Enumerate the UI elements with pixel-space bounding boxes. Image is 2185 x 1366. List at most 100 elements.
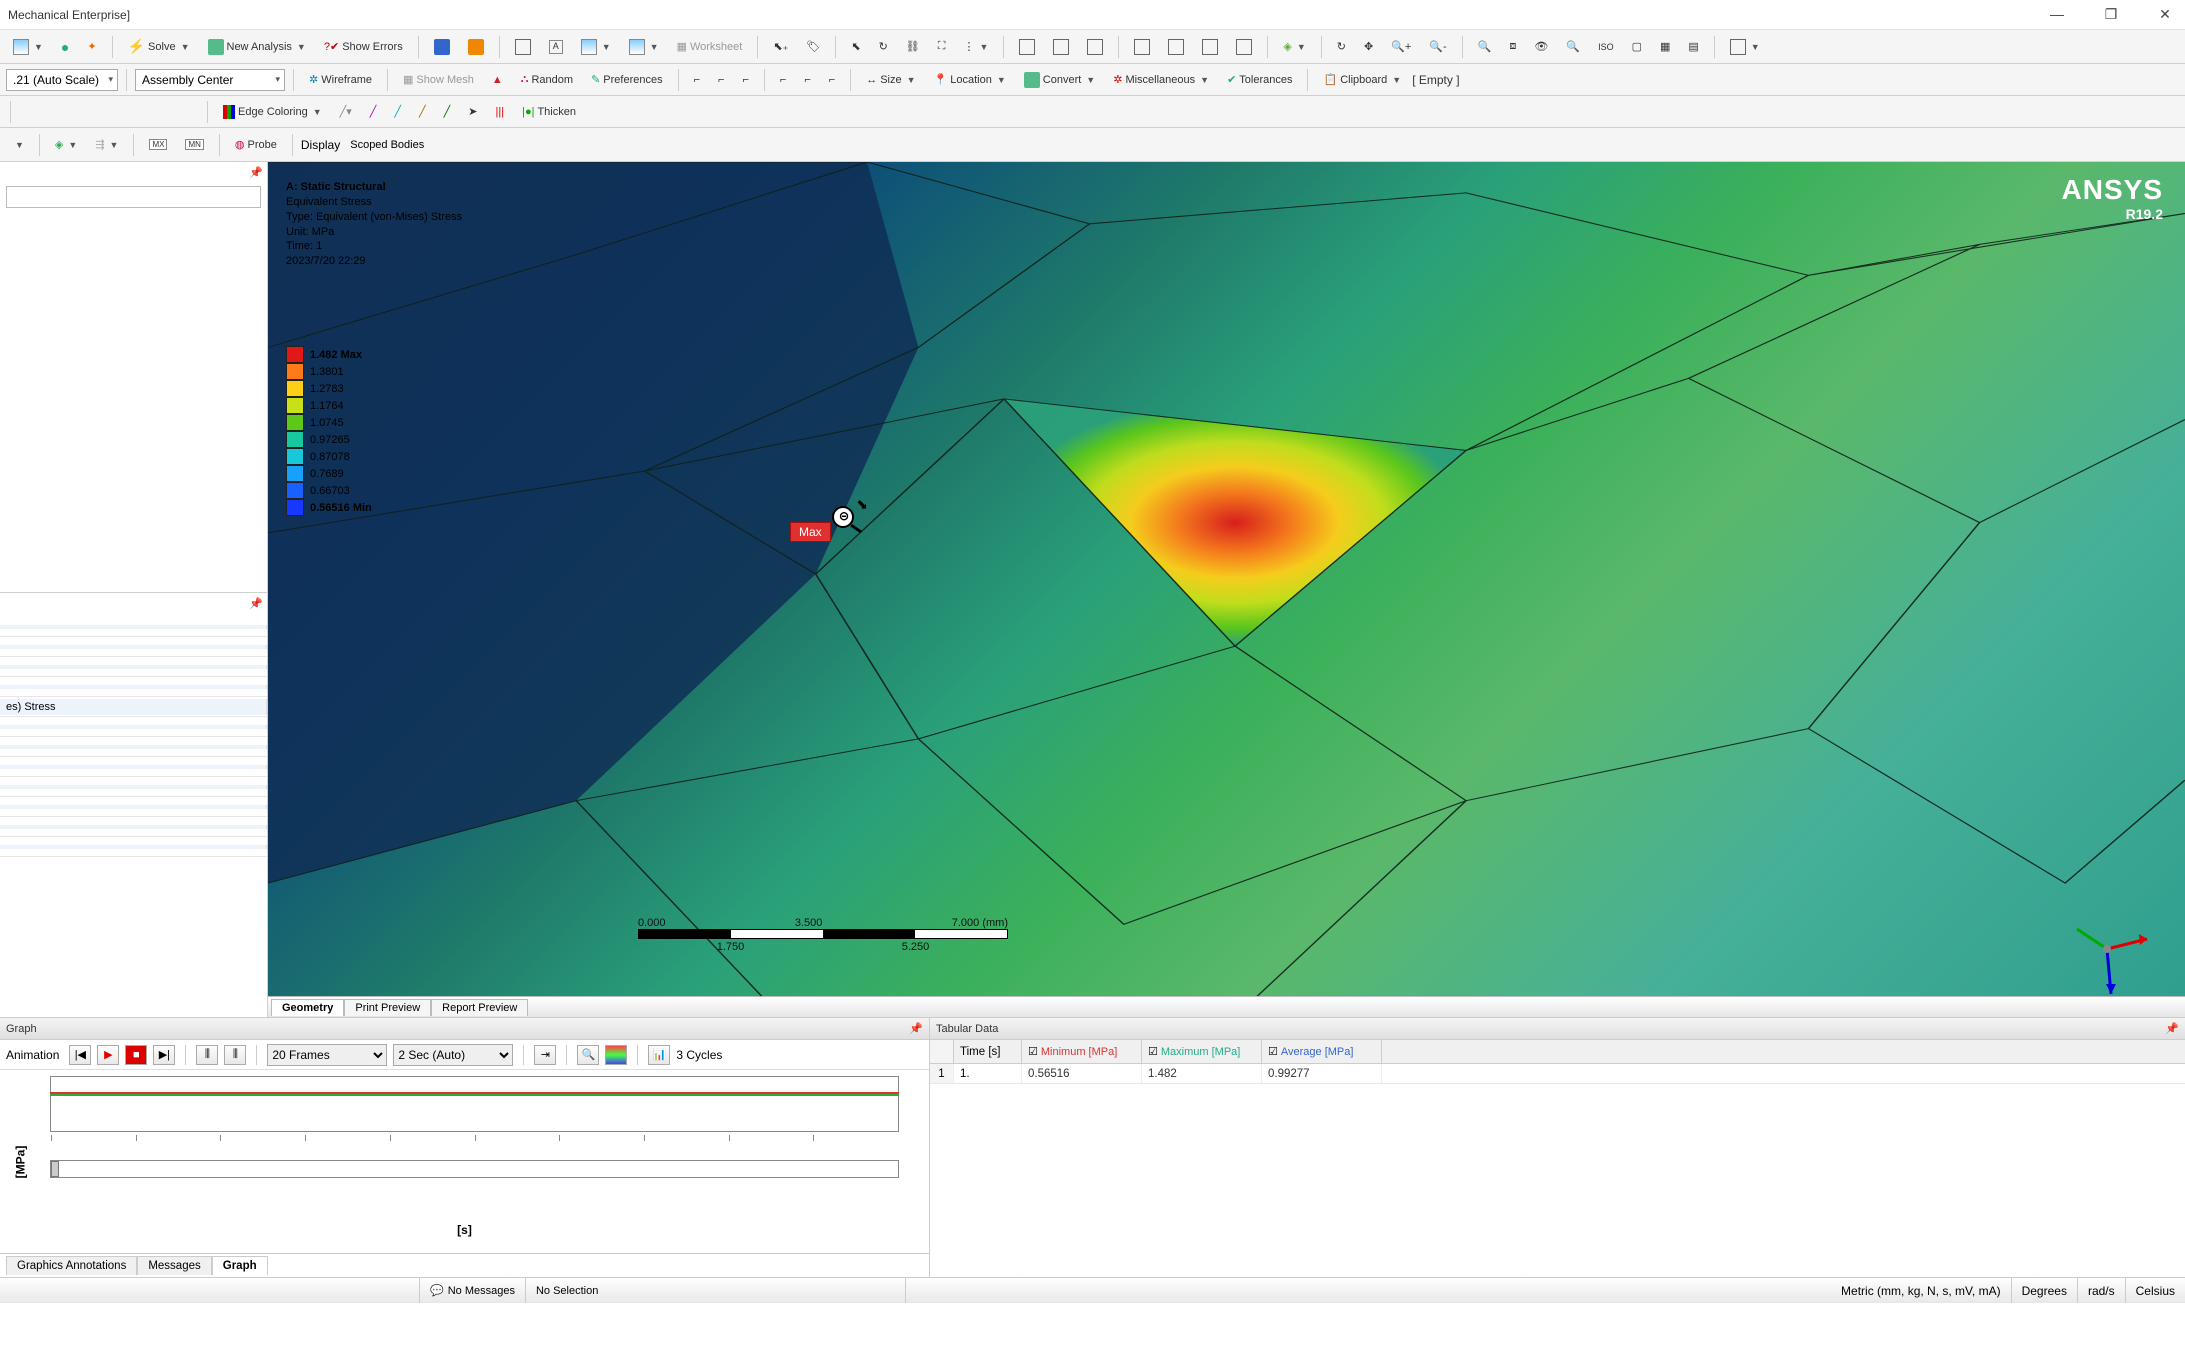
assembly-center-combo[interactable]: Assembly Center [135, 69, 285, 91]
misc-button[interactable]: ✲Miscellaneous▼ [1106, 68, 1216, 92]
solve-button[interactable]: ⚡Solve▼ [121, 35, 197, 59]
nav-button-4[interactable]: ⛶ [931, 35, 953, 59]
max-tag-button[interactable]: MX [142, 133, 174, 157]
icon-button-6[interactable]: ▼ [622, 35, 666, 59]
pin2-icon[interactable]: 📌 [249, 597, 263, 610]
zoom-out-button[interactable]: 🔍- [1422, 35, 1453, 59]
edge-a[interactable]: ╱▾ [333, 100, 359, 124]
close-button[interactable]: ✕ [2153, 6, 2177, 23]
zoom-button-4[interactable]: 🔍 [1559, 35, 1587, 59]
axis-button-2[interactable]: ⌐ [711, 68, 731, 92]
anim-last-button[interactable]: ▶| [153, 1045, 175, 1065]
check-button[interactable]: ● [54, 35, 76, 59]
preferences-button[interactable]: ✎Preferences [584, 68, 670, 92]
col-time[interactable]: Time [s] [954, 1040, 1022, 1063]
show-mesh-icon2[interactable]: ▲ [485, 68, 510, 92]
icon-button-3[interactable] [508, 35, 538, 59]
tag-button[interactable]: 🏷 [799, 35, 827, 59]
edge-g[interactable]: ||| [489, 100, 512, 124]
nav-button-1[interactable]: ⬉ [844, 35, 867, 59]
axis-button-5[interactable]: ⌐ [797, 68, 817, 92]
min-tag-button[interactable]: MN [178, 133, 210, 157]
anim-legend-button[interactable] [605, 1045, 627, 1065]
window-button-1[interactable] [1012, 35, 1042, 59]
zoom-in-button[interactable]: 🔍+ [1384, 35, 1418, 59]
col-min[interactable]: ☑Minimum [MPa] [1022, 1040, 1142, 1063]
scoped-bodies-combo[interactable]: Scoped Bodies [350, 139, 470, 151]
tabular-pin-icon[interactable]: 📌 [2165, 1022, 2179, 1035]
view-button-4[interactable]: ▤ [1681, 35, 1705, 59]
tab-report-preview[interactable]: Report Preview [431, 999, 528, 1016]
anim-play-button[interactable]: ▶ [97, 1045, 119, 1065]
status-degrees[interactable]: Degrees [2012, 1278, 2078, 1303]
tab-print-preview[interactable]: Print Preview [344, 999, 431, 1016]
axis-button-3[interactable]: ⌐ [735, 68, 755, 92]
axis-button-1[interactable]: ⌐ [687, 68, 707, 92]
worksheet-button[interactable]: ▦Worksheet [670, 35, 750, 59]
anim-first-button[interactable]: |◀ [69, 1045, 91, 1065]
tab-graphics-annotations[interactable]: Graphics Annotations [6, 1256, 137, 1275]
view-button-2[interactable]: ▢ [1625, 35, 1649, 59]
axis-button-6[interactable]: ⌐ [822, 68, 842, 92]
view-button-1[interactable]: ISO [1591, 35, 1621, 59]
graphics-viewport[interactable]: A: Static Structural Equivalent Stress T… [268, 162, 2185, 1017]
expand-button[interactable]: ▼ [6, 133, 31, 157]
view-button-3[interactable]: ▦ [1653, 35, 1677, 59]
location-button[interactable]: 📍Location▼ [927, 68, 1013, 92]
maximize-button[interactable]: ❐ [2099, 6, 2123, 23]
clipboard-button[interactable]: 📋Clipboard▼ [1316, 68, 1408, 92]
pin-icon[interactable]: 📌 [249, 166, 263, 179]
copy-button-4[interactable] [1229, 35, 1259, 59]
wireframe-button[interactable]: ✲Wireframe [302, 68, 379, 92]
anim-zoom-button[interactable]: 🔍 [577, 1045, 599, 1065]
tolerances-button[interactable]: ✔Tolerances [1220, 68, 1299, 92]
cube-view-button[interactable]: ◈▼ [48, 133, 84, 157]
copy-button-1[interactable] [1127, 35, 1157, 59]
show-mesh-button[interactable]: ▦Show Mesh [396, 68, 481, 92]
edge-f[interactable]: ➤ [461, 100, 484, 124]
iso-button[interactable]: ◈▼ [1276, 35, 1312, 59]
probe-button[interactable]: ◍Probe [228, 133, 284, 157]
new-analysis-button[interactable]: New Analysis▼ [201, 35, 313, 59]
status-rads[interactable]: rad/s [2078, 1278, 2126, 1303]
status-messages[interactable]: 💬No Messages [420, 1278, 526, 1303]
filter-button[interactable]: ⇶▼ [88, 133, 125, 157]
copy-button-2[interactable] [1161, 35, 1191, 59]
edge-e[interactable]: ╱ [437, 100, 458, 124]
graph-pin-icon[interactable]: 📌 [909, 1022, 923, 1035]
layout-button[interactable]: ▼ [1723, 35, 1767, 59]
tabular-row[interactable]: 1 1. 0.56516 1.482 0.99277 [930, 1064, 2185, 1084]
anim-stop-button[interactable]: ■ [125, 1045, 147, 1065]
show-errors-button[interactable]: ?✔Show Errors [317, 35, 410, 59]
anim-export-button[interactable]: ⇥ [534, 1045, 556, 1065]
nav-button-3[interactable]: ⛓ [899, 35, 927, 59]
icon-button-2[interactable] [461, 35, 491, 59]
scale-combo[interactable]: .21 (Auto Scale) [6, 69, 118, 91]
frames-combo[interactable]: 20 Frames [267, 1044, 387, 1066]
edge-c[interactable]: ╱ [387, 100, 408, 124]
axis-button-4[interactable]: ⌐ [773, 68, 793, 92]
anim-distribute-button[interactable]: ⫼ [196, 1045, 218, 1065]
edge-b[interactable]: ╱ [363, 100, 384, 124]
zoombox-button[interactable]: ⧈ [1502, 35, 1523, 59]
icon-button-1[interactable] [427, 35, 457, 59]
thicken-button[interactable]: |●|Thicken [515, 100, 583, 124]
lookat-button[interactable]: 👁 [1527, 35, 1555, 59]
select-button[interactable]: ⬉₊ [766, 35, 795, 59]
edge-d[interactable]: ╱ [412, 100, 433, 124]
file-icon-button[interactable]: ▼ [6, 35, 50, 59]
icon-button-4[interactable]: A [542, 35, 570, 59]
max-probe-tag[interactable]: Max [790, 522, 831, 542]
anim-distribute2-button[interactable]: ⫼ [224, 1045, 246, 1065]
orientation-triad[interactable] [2067, 909, 2157, 999]
outline-filter-input[interactable] [6, 186, 261, 208]
random-button[interactable]: ⛬Random [514, 68, 580, 92]
minimize-button[interactable]: — [2045, 6, 2069, 23]
tab-graph[interactable]: Graph [212, 1256, 268, 1275]
col-avg[interactable]: ☑Average [MPa] [1262, 1040, 1382, 1063]
sec-combo[interactable]: 2 Sec (Auto) [393, 1044, 513, 1066]
graph-plot[interactable] [50, 1076, 899, 1132]
col-max[interactable]: ☑Maximum [MPa] [1142, 1040, 1262, 1063]
pan-button[interactable]: ✥ [1357, 35, 1380, 59]
status-units[interactable]: Metric (mm, kg, N, s, mV, mA) [1831, 1278, 2012, 1303]
